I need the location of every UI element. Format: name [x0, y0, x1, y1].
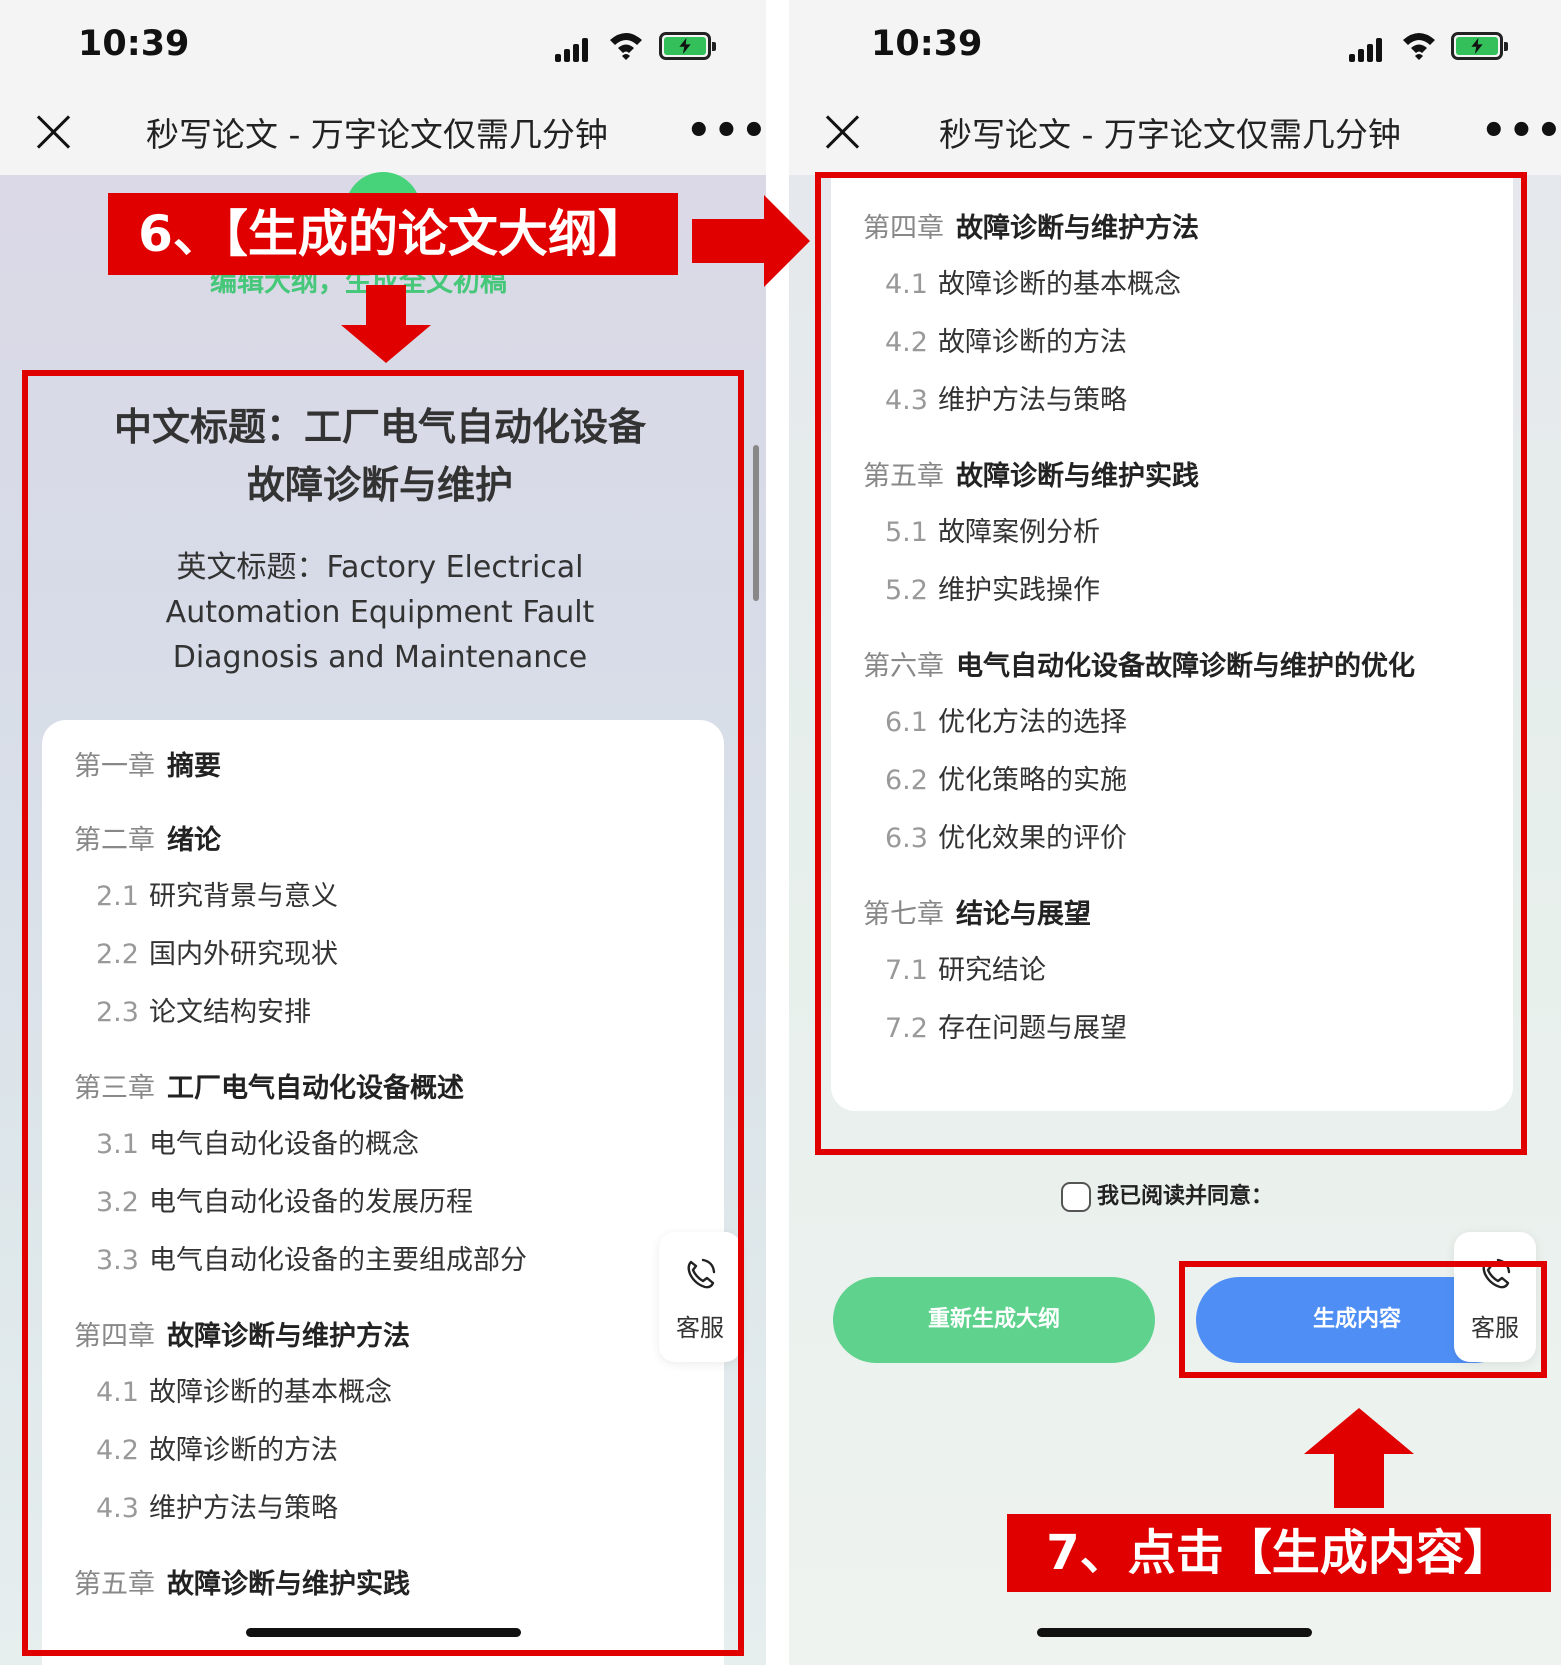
annotation-outline-box-right: [815, 172, 1527, 1155]
annotation-arrow-up-icon: [1304, 1408, 1414, 1508]
status-time: 10:39: [871, 24, 983, 64]
regenerate-outline-button[interactable]: 重新生成大纲: [833, 1277, 1155, 1363]
signal-icon: [1349, 36, 1389, 62]
status-bar: 10:39: [789, 0, 1561, 90]
annotation-step7-label: 7、点击【生成内容】: [1007, 1514, 1551, 1592]
annotation-generate-button-box: [1179, 1261, 1547, 1378]
status-bar: 10:39: [0, 0, 766, 90]
annotation-arrow-down-icon: [341, 285, 431, 363]
battery-charging-icon: [659, 32, 716, 60]
close-icon[interactable]: [36, 114, 72, 150]
page-title: 秒写论文 - 万字论文仅需几分钟: [146, 115, 608, 154]
scrollbar[interactable]: [753, 445, 759, 601]
status-time: 10:39: [78, 24, 190, 64]
agree-checkbox[interactable]: [1061, 1182, 1091, 1212]
more-menu-icon[interactable]: •••: [1481, 111, 1561, 151]
nav-bar: 秒写论文 - 万字论文仅需几分钟 •••: [0, 90, 766, 175]
annotation-outline-box-left: [22, 370, 744, 1656]
more-menu-icon[interactable]: •••: [686, 111, 766, 151]
annotation-arrow-right-icon: [692, 195, 810, 287]
wifi-icon: [610, 33, 642, 60]
close-icon[interactable]: [825, 114, 861, 150]
signal-icon: [555, 36, 595, 62]
agree-label: 我已阅读并同意：: [1097, 1184, 1274, 1209]
nav-bar: 秒写论文 - 万字论文仅需几分钟 •••: [789, 90, 1561, 175]
battery-charging-icon: [1451, 32, 1508, 60]
agree-checkbox-row[interactable]: 我已阅读并同意：: [1061, 1178, 1273, 1212]
page-title: 秒写论文 - 万字论文仅需几分钟: [939, 115, 1401, 154]
wifi-icon: [1403, 33, 1435, 60]
annotation-step6-label: 6、【生成的论文大纲】: [108, 193, 678, 275]
home-indicator: [1037, 1628, 1312, 1637]
